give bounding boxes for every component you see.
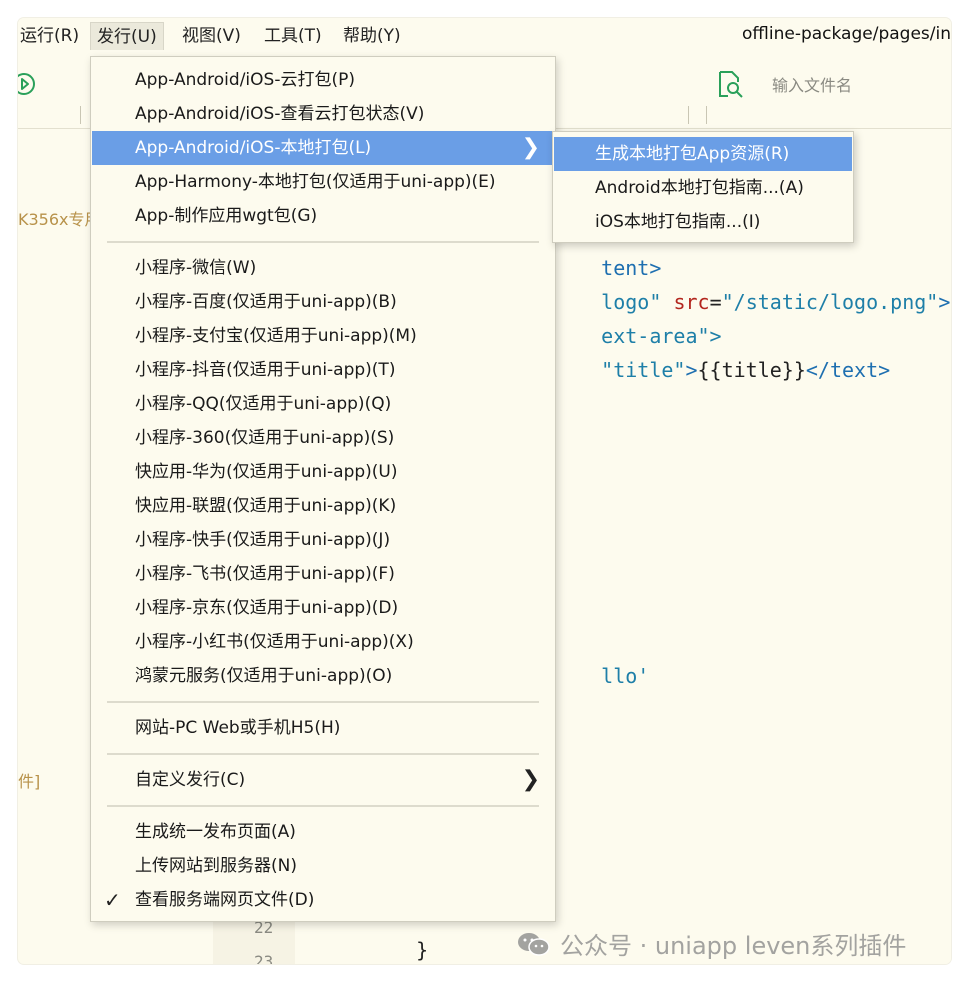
menu-item-mp-jd[interactable]: 小程序-京东(仅适用于uni-app)(D) [92, 591, 554, 625]
menu-item-wgt-pack[interactable]: App-制作应用wgt包(G) [92, 199, 554, 233]
toolbar-separator [706, 106, 707, 124]
menu-item-mp-douyin[interactable]: 小程序-抖音(仅适用于uni-app)(T) [92, 353, 554, 387]
submenu-item-ios-guide[interactable]: iOS本地打包指南...(I) [554, 205, 852, 239]
menu-separator [107, 241, 539, 243]
menu-item-app-cloud-status[interactable]: App-Android/iOS-查看云打包状态(V) [92, 97, 554, 131]
menu-item-label: 查看服务端网页文件(D) [135, 890, 315, 910]
menu-run[interactable]: 运行(R) [18, 22, 85, 50]
menu-item-upload-site[interactable]: 上传网站到服务器(N) [92, 849, 554, 883]
code-token: </text> [805, 358, 891, 382]
file-search-input[interactable]: 输入文件名 [772, 72, 852, 96]
code-token: ></ [938, 290, 951, 314]
checkmark-icon: ✓ [104, 888, 121, 912]
menu-item-mp-360[interactable]: 小程序-360(仅适用于uni-app)(S) [92, 421, 554, 455]
code-token: "/static/logo.png" [721, 290, 939, 314]
menu-view[interactable]: 视图(V) [176, 22, 247, 50]
run-icon[interactable] [18, 72, 36, 96]
file-path-title: offline-package/pages/in [742, 24, 951, 44]
chevron-right-icon: ❯ [521, 767, 540, 792]
menu-item-app-cloud-pack[interactable]: App-Android/iOS-云打包(P) [92, 63, 554, 97]
menu-item-mp-kuaishou[interactable]: 小程序-快手(仅适用于uni-app)(J) [92, 523, 554, 557]
menu-item-mp-feishu[interactable]: 小程序-飞书(仅适用于uni-app)(F) [92, 557, 554, 591]
menu-item-web-h5[interactable]: 网站-PC Web或手机H5(H) [92, 711, 554, 745]
menu-separator [107, 753, 539, 755]
line-number: 23 [254, 952, 274, 964]
menu-item-mp-alipay[interactable]: 小程序-支付宝(仅适用于uni-app)(M) [92, 319, 554, 353]
watermark-text: 公众号 · uniapp leven系列插件 [560, 932, 907, 960]
menu-item-mp-qq[interactable]: 小程序-QQ(仅适用于uni-app)(Q) [92, 387, 554, 421]
code-token: "title" [601, 358, 686, 382]
code-token: llo' [601, 664, 650, 688]
code-token: } [416, 938, 429, 962]
watermark: 公众号 · uniapp leven系列插件 [516, 926, 906, 961]
code-line: }, [342, 948, 414, 964]
local-pack-submenu: 生成本地打包App资源(R) Android本地打包指南...(A) iOS本地… [552, 131, 854, 243]
left-panel-text: K356x专用 [18, 210, 101, 229]
menu-tools[interactable]: 工具(T) [258, 22, 328, 50]
chevron-right-icon: ❯ [521, 135, 540, 160]
menu-item-generate-publish-page[interactable]: 生成统一发布页面(A) [92, 815, 554, 849]
menu-item-label: App-Android/iOS-本地打包(L) [135, 138, 372, 158]
submenu-item-generate-resources[interactable]: 生成本地打包App资源(R) [554, 137, 852, 171]
file-search-icon[interactable] [714, 68, 746, 100]
menu-item-mp-xhs[interactable]: 小程序-小红书(仅适用于uni-app)(X) [92, 625, 554, 659]
code-line: "title">{{title}}</text> [553, 334, 890, 406]
menubar: 运行(R) 发行(U) 视图(V) 工具(T) 帮助(Y) offline-pa… [18, 18, 951, 54]
menu-item-quickapp-union[interactable]: 快应用-联盟(仅适用于uni-app)(K) [92, 489, 554, 523]
code-token: > [685, 358, 698, 382]
menu-item-mp-weixin[interactable]: 小程序-微信(W) [92, 251, 554, 285]
left-panel-text: 件] [18, 772, 41, 791]
toolbar-separator [688, 106, 689, 124]
menu-item-custom-publish[interactable]: 自定义发行(C) ❯ [92, 763, 554, 797]
menu-item-harmony-atomic[interactable]: 鸿蒙元服务(仅适用于uni-app)(O) [92, 659, 554, 693]
submenu-item-android-guide[interactable]: Android本地打包指南...(A) [554, 171, 852, 205]
wechat-icon [518, 932, 550, 956]
menu-item-label: 自定义发行(C) [135, 770, 246, 790]
code-line: llo' [553, 640, 649, 712]
menu-separator [107, 701, 539, 703]
publish-dropdown-menu: App-Android/iOS-云打包(P) App-Android/iOS-查… [90, 56, 556, 922]
menu-separator [107, 805, 539, 807]
code-token: {{title}} [697, 358, 806, 382]
menu-item-quickapp-huawei[interactable]: 快应用-华为(仅适用于uni-app)(U) [92, 455, 554, 489]
menu-help[interactable]: 帮助(Y) [337, 22, 407, 50]
menu-item-app-local-pack[interactable]: App-Android/iOS-本地打包(L) ❯ [92, 131, 554, 165]
menu-publish[interactable]: 发行(U) [90, 22, 164, 50]
menu-item-harmony-local-pack[interactable]: App-Harmony-本地打包(仅适用于uni-app)(E) [92, 165, 554, 199]
menu-item-view-server-files[interactable]: ✓ 查看服务端网页文件(D) [92, 883, 554, 917]
toolbar-separator [80, 106, 81, 124]
menu-item-mp-baidu[interactable]: 小程序-百度(仅适用于uni-app)(B) [92, 285, 554, 319]
